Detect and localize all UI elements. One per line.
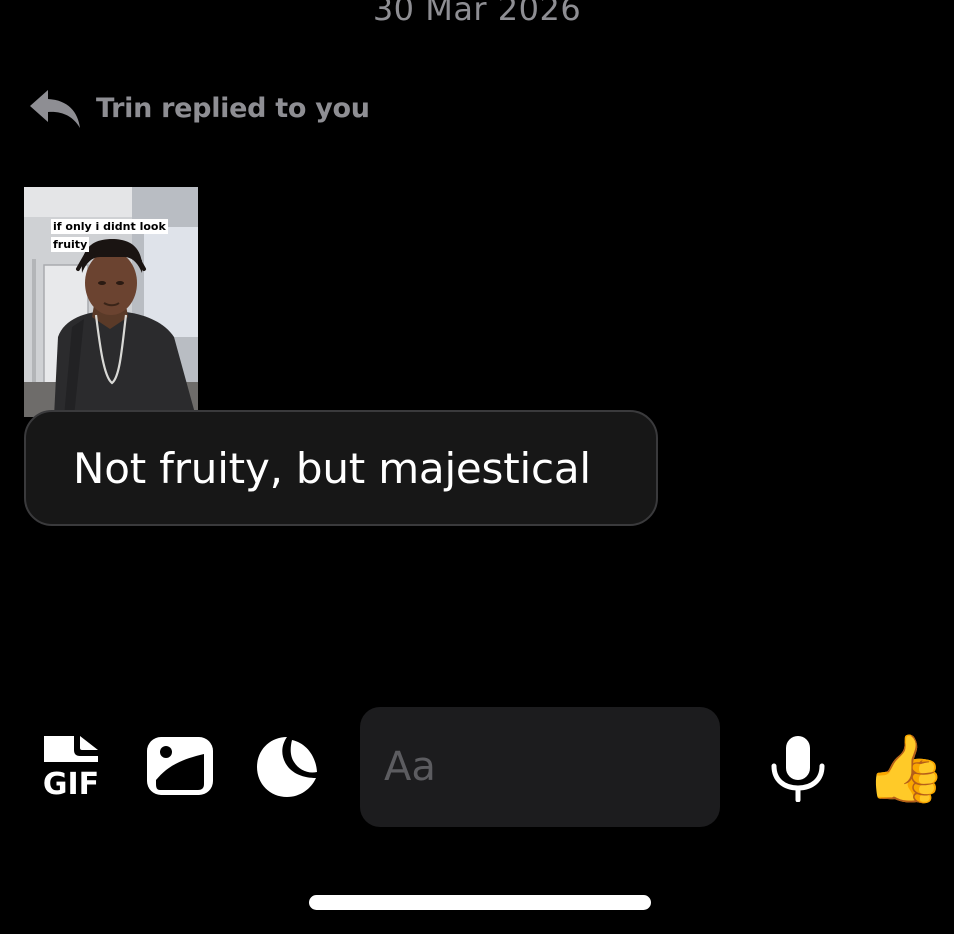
chat-screen: 30 Mar 2026 Trin replied to you if only … (0, 0, 954, 934)
composer-bar: GIF 👍 (0, 706, 954, 828)
message-input-field[interactable] (360, 707, 720, 827)
replied-story-thumbnail[interactable]: if only i didnt look fruity (24, 187, 198, 417)
gif-button[interactable]: GIF (40, 732, 104, 800)
like-button[interactable]: 👍 (864, 728, 948, 808)
reply-arrow-icon (30, 90, 80, 128)
gif-label: GIF (43, 767, 99, 800)
image-icon (147, 737, 213, 795)
story-caption-line-1: if only i didnt look (51, 219, 168, 234)
message-text: Not fruity, but majestical (73, 443, 591, 493)
voice-message-button[interactable] (766, 734, 830, 802)
microphone-icon (771, 736, 825, 802)
reply-header: Trin replied to you (28, 86, 370, 130)
story-caption: if only i didnt look fruity (51, 219, 168, 252)
thumbs-up-icon: 👍 (864, 731, 948, 805)
image-button[interactable] (144, 734, 216, 798)
sticker-button[interactable] (254, 734, 320, 800)
story-caption-line-2: fruity (51, 237, 90, 252)
sticker-icon (257, 737, 317, 797)
message-bubble[interactable]: Not fruity, but majestical (24, 410, 658, 526)
reply-header-text: Trin replied to you (96, 92, 370, 124)
home-indicator[interactable] (309, 895, 651, 910)
date-separator: 30 Mar 2026 (372, 0, 582, 28)
gif-icon: GIF (43, 736, 99, 800)
message-input[interactable] (384, 744, 704, 790)
